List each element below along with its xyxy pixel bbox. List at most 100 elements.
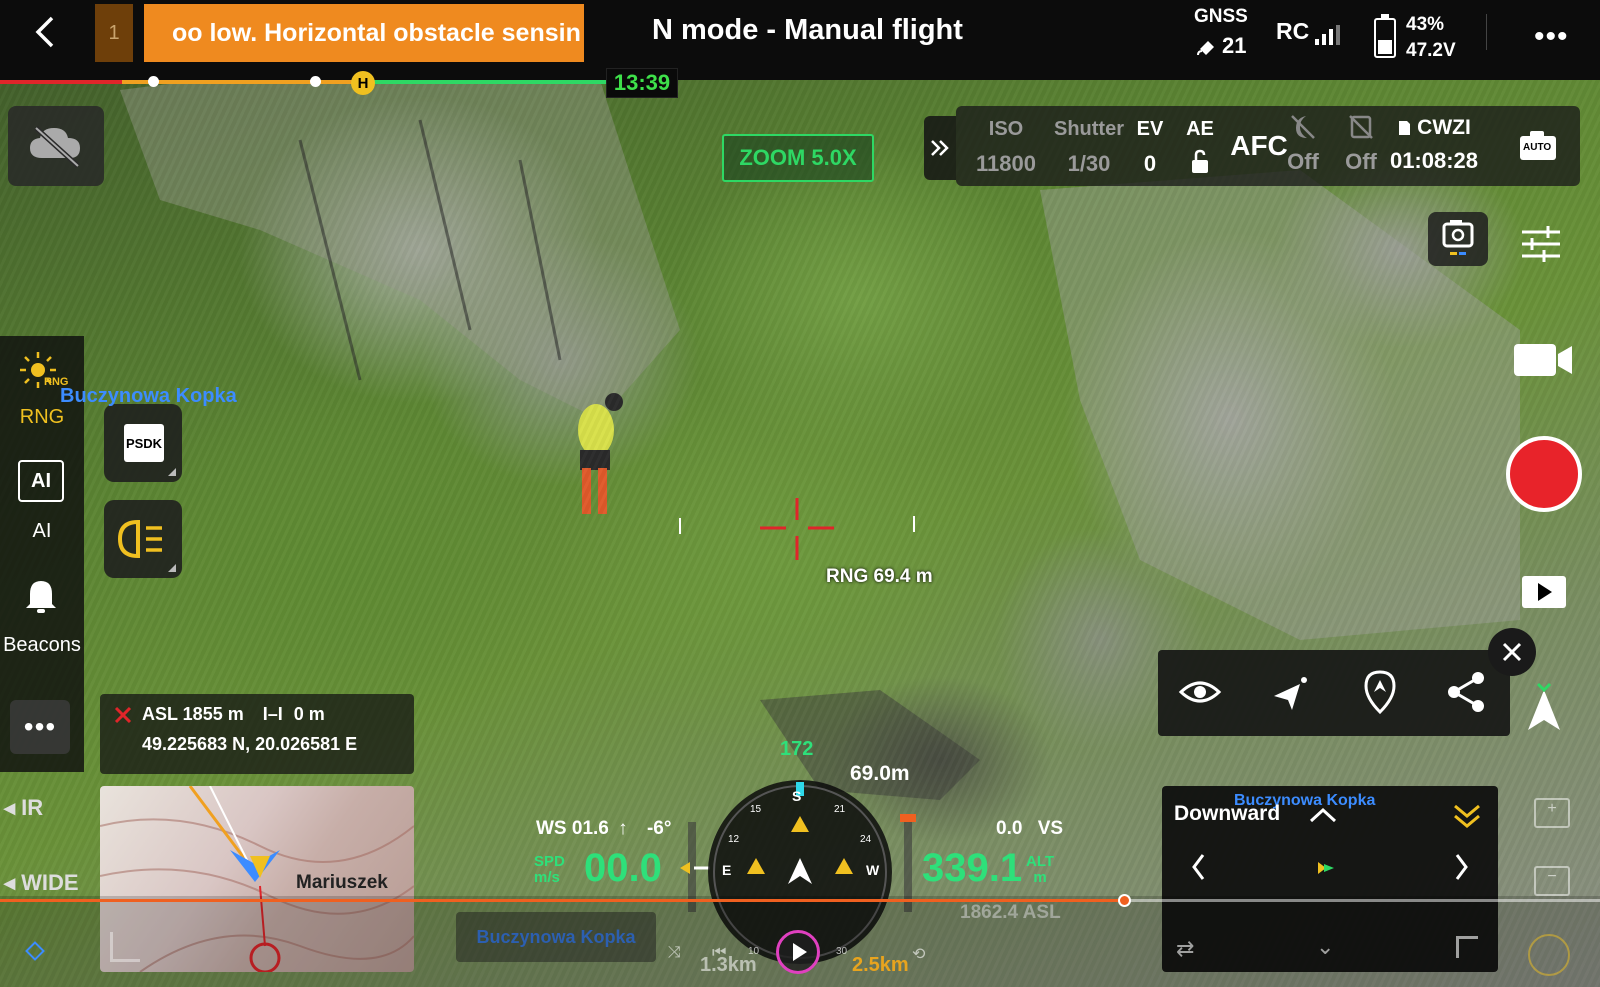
compass-west: W (866, 862, 880, 878)
playback-scrubber[interactable] (1118, 894, 1131, 907)
sliders-icon (1522, 226, 1560, 262)
chevron-up-icon[interactable] (1308, 806, 1338, 824)
track-marker (148, 76, 159, 87)
fly-to-button[interactable] (1270, 670, 1314, 719)
psdk-button[interactable]: PSDK (104, 404, 182, 482)
gnss-label: GNSS (1194, 6, 1248, 27)
double-chevron-down-icon[interactable] (1452, 802, 1482, 830)
expand-params-button[interactable] (924, 116, 956, 180)
swap-icon[interactable]: ⇄ (1176, 936, 1194, 962)
location-panel: ASL 1855 m I–I 0 m 49.225683 N, 20.02658… (100, 694, 414, 774)
home-point-icon[interactable] (1528, 934, 1570, 976)
lens-wide-tab[interactable]: ◂ WIDE (4, 870, 79, 896)
screenshot-button[interactable] (1428, 212, 1488, 266)
aircraft-heading-indicator (1522, 680, 1566, 741)
chevron-left-icon (35, 16, 54, 48)
alert-banner[interactable]: oo low. Horizontal obstacle sensin (144, 4, 584, 62)
view-target-button[interactable] (1178, 672, 1222, 717)
collapse-map-icon[interactable] (110, 932, 140, 962)
map-poi-label[interactable]: Buczynowa Kopka (60, 385, 237, 408)
chevron-down-icon[interactable]: ⌄ (1316, 934, 1334, 960)
record-button[interactable] (1506, 436, 1582, 512)
cloud-sync-button[interactable] (8, 106, 104, 186)
flight-progress-track (0, 80, 610, 84)
rc-label: RC (1276, 18, 1310, 44)
share-icon (1448, 672, 1484, 712)
aircraft-arrow-icon (1528, 682, 1560, 730)
wind-arrow-icon: ↑ (618, 818, 628, 839)
auto-mode-button[interactable]: AUTO (1518, 128, 1558, 162)
settings-sliders-button[interactable] (1518, 222, 1564, 271)
speed-unit-label: m/s (534, 869, 560, 886)
playback-button[interactable] (1520, 572, 1568, 617)
param-off-1-value: Off (1287, 149, 1319, 174)
target-crosshair (679, 498, 915, 560)
distance-marker-right: 2.5km (852, 954, 909, 976)
beacons-button[interactable] (24, 578, 58, 621)
close-action-bar-button[interactable] (1488, 628, 1536, 676)
compass-east: E (722, 862, 732, 878)
battery-status[interactable]: 43% 47.2V (1374, 12, 1456, 64)
alt-unit-label: m (1033, 869, 1047, 886)
shutter-value: 1/30 (1067, 151, 1111, 176)
psdk-icon: PSDK (124, 424, 164, 462)
param-off-2[interactable]: Off (1334, 112, 1388, 175)
loop-off-icon[interactable]: ⟲ (912, 944, 925, 964)
more-menu-button[interactable]: ••• (1534, 20, 1569, 54)
vs-label: VS (1037, 818, 1064, 839)
distance-marker-left: 1.3km (700, 954, 757, 976)
forward-30-button[interactable]: 30 (836, 946, 847, 957)
alert-count-badge[interactable]: 1 (95, 4, 133, 62)
shutter-param[interactable]: Shutter 1/30 (1050, 118, 1128, 177)
divider (1486, 14, 1487, 50)
play-button[interactable] (776, 930, 820, 974)
wind-speed-value: WS 01.6 (536, 818, 609, 839)
gimbal-pitch: -6° (646, 818, 672, 839)
corner-icon[interactable] (1456, 936, 1478, 958)
playback-track[interactable] (0, 899, 1600, 902)
map-pilot-label: Mariuszek (296, 872, 388, 893)
lens-ir-tab[interactable]: ◂ IR (4, 795, 43, 821)
flight-mode-title: N mode - Manual flight (652, 14, 963, 46)
zoom-indicator[interactable]: ZOOM 5.0X (722, 134, 874, 182)
iso-value: 11800 (976, 151, 1036, 176)
gnss-status[interactable]: 21 (1196, 33, 1246, 59)
relative-height-icon: I–I (262, 704, 283, 724)
eye-icon (1178, 681, 1222, 703)
signal-bars-icon (1315, 25, 1341, 45)
poi-orbit-button[interactable] (1358, 668, 1402, 721)
ai-button[interactable]: AI (18, 460, 64, 502)
ae-label: AE (1186, 118, 1214, 140)
wind-speed: WS 01.6 ↑ -6° (536, 818, 671, 840)
ev-param[interactable]: EV 0 (1128, 118, 1172, 177)
chevron-right-icon[interactable] (1454, 852, 1470, 882)
ae-lock[interactable]: AE (1178, 118, 1222, 180)
battery-icon (1374, 14, 1396, 58)
storage-status[interactable]: CWZI 01:08:28 (1384, 116, 1484, 174)
close-icon (1502, 642, 1522, 662)
altitude: 339.1 (922, 846, 1023, 890)
cloud-off-icon (30, 126, 80, 168)
storage-remaining: 01:08:28 (1389, 148, 1479, 173)
chevron-left-icon[interactable] (1190, 852, 1206, 882)
param-off-2-value: Off (1345, 149, 1377, 174)
play-video-icon (1522, 576, 1566, 608)
rc-signal[interactable]: RC (1276, 18, 1341, 45)
more-tools-button[interactable]: ••• (10, 700, 70, 754)
speed-label: SPD (534, 853, 565, 870)
share-button[interactable] (1444, 670, 1488, 719)
zoom-in-icon[interactable]: + (1534, 798, 1570, 828)
night-mode-off-icon (1291, 115, 1315, 139)
shuffle-icon[interactable]: ⤨ (668, 944, 681, 962)
horizontal-speed: 00.0 (584, 846, 662, 890)
zoom-out-icon[interactable]: − (1534, 866, 1570, 896)
camera-params-panel[interactable]: ISO 11800 Shutter 1/30 EV 0 AE AFC Off O… (956, 106, 1580, 186)
downward-label: Downward (1174, 802, 1281, 825)
battery-percent: 43% (1406, 14, 1445, 35)
iso-param[interactable]: ISO 11800 (966, 118, 1046, 177)
video-mode-button[interactable] (1512, 338, 1576, 387)
spotlight-button[interactable] (104, 500, 182, 578)
param-off-1[interactable]: Off (1276, 112, 1330, 175)
back-button[interactable] (28, 12, 64, 52)
battery-voltage: 47.2V (1406, 40, 1456, 61)
